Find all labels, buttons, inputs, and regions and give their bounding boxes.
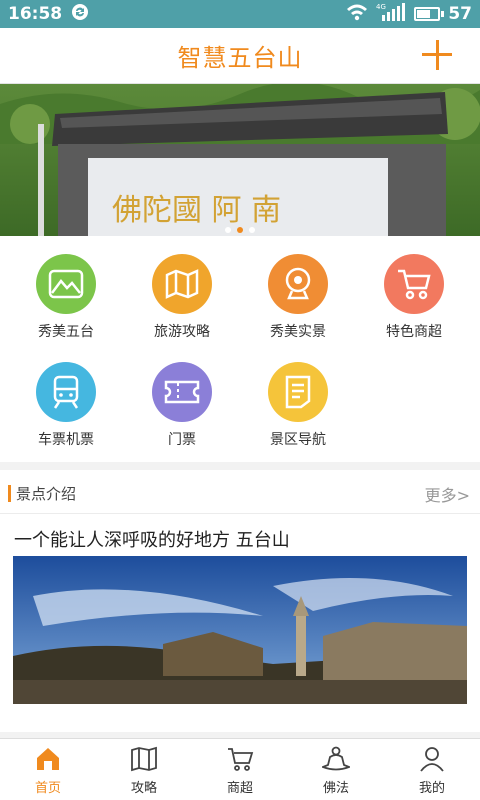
battery-icon <box>414 7 441 21</box>
map-icon <box>152 254 212 314</box>
tab-label: 首页 <box>34 781 61 796</box>
menu-item-scenery[interactable]: 秀美五台 <box>6 236 126 344</box>
menu-item-label: 景区导航 <box>270 432 326 448</box>
menu-item-admission-tickets[interactable]: 门票 <box>122 344 242 452</box>
train-icon <box>36 362 96 422</box>
section-accent-bar <box>8 485 11 502</box>
menu-item-label: 秀美实景 <box>270 324 326 340</box>
banner-carousel[interactable]: 佛陀國 阿 南 <box>0 84 480 236</box>
clock: 16:58 <box>8 4 63 24</box>
banner-image: 佛陀國 阿 南 <box>0 84 480 236</box>
tab-label: 我的 <box>418 781 445 796</box>
page-title: 智慧五台山 <box>177 44 303 72</box>
shopping-cart-icon <box>384 254 444 314</box>
more-link[interactable]: 更多> <box>425 482 470 506</box>
sync-icon <box>70 2 90 27</box>
network-badge: 4G <box>376 3 386 11</box>
carousel-dot[interactable] <box>249 227 255 233</box>
navigation-icon <box>268 362 328 422</box>
article-headline[interactable]: 一个能让人深呼吸的好地方 五台山 <box>14 526 290 552</box>
menu-item-label: 特色商超 <box>386 324 442 340</box>
camera-icon <box>268 254 328 314</box>
menu-item-live-view[interactable]: 秀美实景 <box>238 236 358 344</box>
tab-home[interactable]: 首页 <box>0 739 96 800</box>
menu-item-label: 秀美五台 <box>38 324 94 340</box>
ticket-icon <box>152 362 212 422</box>
function-grid: 秀美五台 旅游攻略 秀美实景 特色商超 车票机票 门票 景区导航 <box>0 236 480 462</box>
add-button[interactable] <box>418 36 456 74</box>
carousel-dot-active[interactable] <box>237 227 243 233</box>
profile-icon <box>420 747 444 772</box>
section-title: 景点介绍 <box>16 485 77 503</box>
book-icon <box>131 746 157 772</box>
buddha-icon <box>322 746 350 771</box>
home-icon <box>37 748 59 770</box>
tab-label: 佛法 <box>322 781 349 796</box>
menu-item-label: 门票 <box>168 432 196 448</box>
banner-inscription: 佛陀國 阿 南 <box>112 193 281 228</box>
section-header: 景点介绍 更多> <box>0 470 480 514</box>
tab-label: 商超 <box>226 781 253 796</box>
scenic-intro-section: 景点介绍 更多> 一个能让人深呼吸的好地方 五台山 <box>0 470 480 732</box>
menu-item-guide[interactable]: 旅游攻略 <box>122 236 242 344</box>
tab-guide[interactable]: 攻略 <box>96 739 192 800</box>
cart-icon <box>228 748 254 771</box>
wifi-icon <box>346 3 368 26</box>
menu-item-label: 旅游攻略 <box>154 324 210 340</box>
bottom-tab-bar: 首页 攻略 商超 佛法 我的 <box>0 738 480 800</box>
menu-item-label: 车票机票 <box>38 432 94 448</box>
article-image[interactable] <box>13 556 467 704</box>
tab-profile[interactable]: 我的 <box>384 739 480 800</box>
app-header: 智慧五台山 <box>0 28 480 84</box>
menu-item-tickets-transport[interactable]: 车票机票 <box>6 344 126 452</box>
menu-item-shop[interactable]: 特色商超 <box>354 236 474 344</box>
battery-percent: 57 <box>448 4 472 24</box>
menu-item-navigation[interactable]: 景区导航 <box>238 344 358 452</box>
carousel-dot[interactable] <box>225 227 231 233</box>
tab-dharma[interactable]: 佛法 <box>288 739 384 800</box>
tab-shop[interactable]: 商超 <box>192 739 288 800</box>
tab-label: 攻略 <box>130 781 157 796</box>
status-bar: 16:58 4G 57 <box>0 0 480 28</box>
mountain-icon <box>36 254 96 314</box>
signal-icon: 4G <box>376 2 406 27</box>
battery-indicator: 57 <box>414 4 472 24</box>
